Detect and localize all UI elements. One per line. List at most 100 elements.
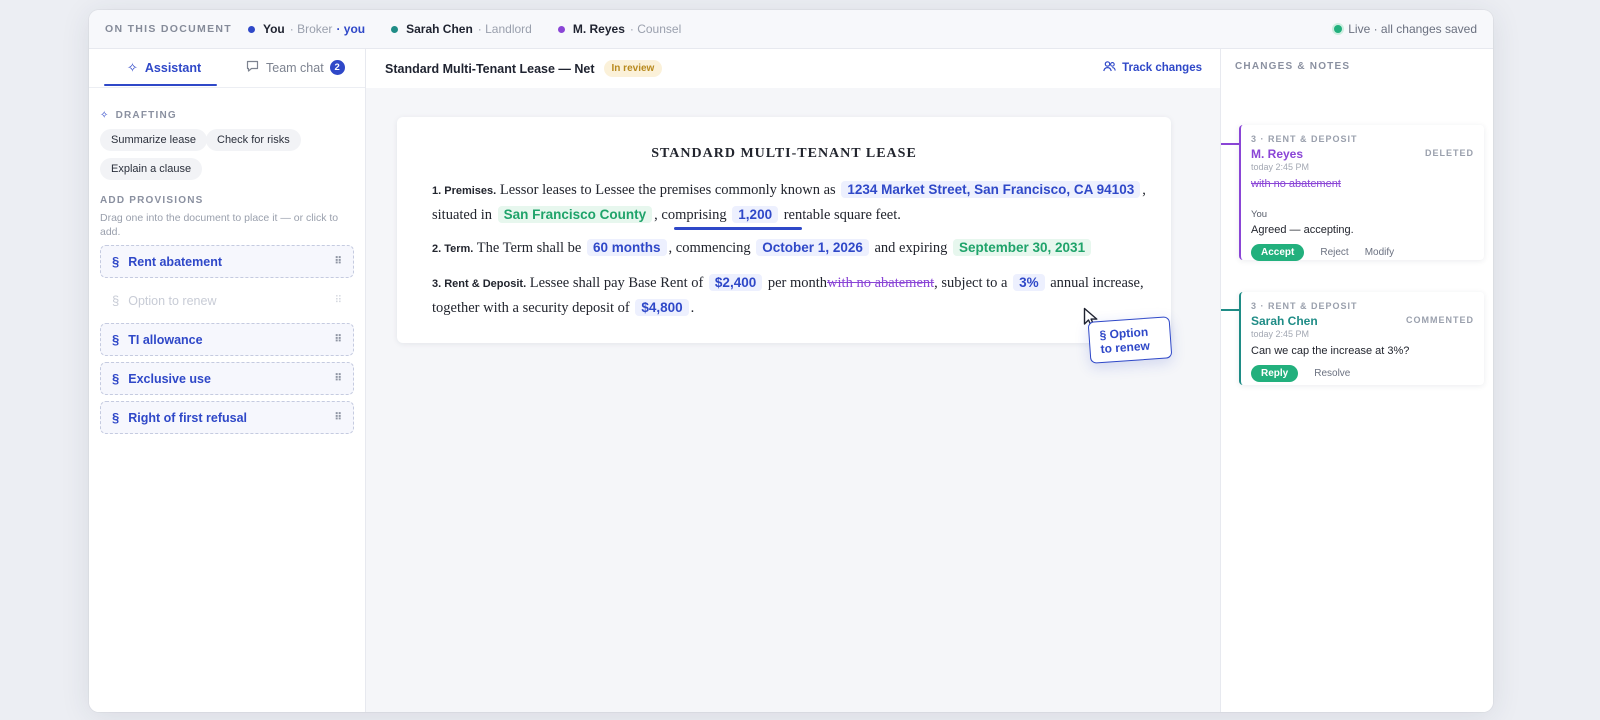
clause-text: . (690, 300, 695, 316)
resolve-button[interactable]: Resolve (1314, 368, 1350, 379)
drag-handle-icon[interactable]: ⠿ (334, 412, 342, 422)
people-icon (1103, 61, 1116, 75)
live-status: Live · all changes saved (1334, 22, 1477, 36)
tab-label: Assistant (144, 61, 202, 75)
tab-label: Team chat (266, 60, 324, 75)
sparkle-icon: ✧ (100, 110, 110, 121)
note-kind-badge: DELETED (1424, 148, 1474, 158)
note-section: 3 · RENT & DEPOSIT (1251, 134, 1358, 144)
modify-button[interactable]: Modify (1365, 247, 1394, 258)
provision-label: Option to renew (128, 293, 217, 308)
note-connector (1221, 309, 1239, 311)
presence-dot (557, 25, 565, 33)
field-security-deposit[interactable]: $4,800 (635, 299, 689, 316)
provision-ti-allowance[interactable]: § TI allowance ⠿ (100, 323, 354, 356)
summarize-lease-button[interactable]: Summarize lease (100, 129, 207, 151)
clause-text: together with a security deposit of (432, 300, 630, 316)
note-kind-badge: COMMENTED (1406, 315, 1474, 325)
section-sign-icon: § (112, 410, 120, 425)
field-address[interactable]: 1234 Market Street, San Francisco, CA 94… (841, 181, 1141, 198)
participant-you[interactable]: You · Broker · you (247, 22, 365, 36)
clause-text: annual increase, (1050, 275, 1144, 291)
drag-handle-icon[interactable]: ⠿ (334, 256, 342, 266)
explain-clause-button[interactable]: Explain a clause (100, 158, 203, 180)
live-status-text: Live · all changes saved (1348, 22, 1477, 36)
drop-target-indicator (674, 227, 802, 230)
section-sign-icon: § (112, 371, 120, 386)
note-time: today 2:45 PM (1251, 162, 1310, 172)
sidebar-tabs: ✧ Assistant Team chat 2 (89, 49, 365, 88)
clause-text: and expiring (874, 240, 948, 256)
add-provisions-heading: ADD PROVISIONS (100, 195, 204, 206)
provision-exclusive-use[interactable]: § Exclusive use ⠿ (100, 362, 354, 395)
participant-role: · Landlord (477, 22, 532, 36)
provision-rent-abatement[interactable]: § Rent abatement ⠿ (100, 245, 354, 278)
participant-sarah-chen[interactable]: Sarah Chen · Landlord (391, 22, 532, 36)
note-connector (1221, 143, 1239, 145)
clause-number: 3. Rent & Deposit. (432, 278, 527, 290)
participant-role: · Broker (289, 22, 333, 36)
drag-handle-icon[interactable]: ⠿ (334, 334, 342, 344)
field-start-date[interactable]: October 1, 2026 (756, 239, 869, 256)
reply-author: You (1251, 209, 1268, 220)
deleted-text[interactable]: with no abatement (827, 275, 934, 291)
clause-rent-deposit[interactable]: 3. Rent & Deposit. Lessee shall pay Base… (432, 271, 1152, 320)
clause-text: rentable square feet. (783, 207, 901, 223)
app-window: ON THIS DOCUMENT You · Broker · you Sara… (89, 10, 1493, 712)
clause-text: , commencing (668, 240, 751, 256)
clause-text: The Term shall be (476, 240, 582, 256)
note-actions: Reply Resolve (1251, 365, 1474, 382)
note-deleted-text: with no abatement (1251, 178, 1341, 190)
tab-team-chat[interactable]: Team chat 2 (246, 60, 345, 75)
tab-assistant[interactable]: ✧ Assistant (127, 60, 201, 76)
participant-name: You (262, 22, 285, 36)
drag-handle-icon[interactable]: ⠿ (334, 373, 342, 383)
lease-heading: STANDARD MULTI-TENANT LEASE (651, 146, 917, 161)
reject-button[interactable]: Reject (1320, 247, 1348, 258)
field-term-length[interactable]: 60 months (587, 239, 667, 256)
provision-option-to-renew-placeholder: § Option to renew ⠿ (100, 284, 354, 317)
clause-text: , comprising (654, 207, 727, 223)
assistant-sidebar: ✧ Assistant Team chat 2 ✧ DRAFTING Summar… (89, 49, 366, 712)
presence-dot (247, 25, 255, 33)
note-comment[interactable]: 3 · RENT & DEPOSIT COMMENTED Sarah Chen … (1239, 292, 1484, 385)
note-time: today 2:45 PM (1251, 329, 1310, 339)
provision-label: Exclusive use (128, 371, 211, 386)
check-risks-button[interactable]: Check for risks (206, 129, 301, 151)
accept-button[interactable]: Accept (1251, 244, 1305, 261)
provision-right-of-first-refusal[interactable]: § Right of first refusal ⠿ (100, 401, 354, 434)
provision-label: TI allowance (128, 332, 203, 347)
unread-badge: 2 (329, 60, 345, 75)
section-sign-icon: § (112, 254, 120, 269)
field-increase-rate[interactable]: 3% (1013, 274, 1045, 291)
track-changes-button[interactable]: Track changes (1103, 61, 1202, 75)
sparkle-icon: ✧ (127, 60, 138, 75)
presence-dot (391, 25, 399, 33)
clause-premises[interactable]: 1. Premises. Lessor leases to Lessee the… (432, 178, 1152, 227)
document-header: Standard Multi-Tenant Lease — Net In rev… (366, 49, 1220, 88)
field-end-date[interactable]: September 30, 2031 (953, 239, 1092, 256)
field-county[interactable]: San Francisco County (497, 206, 653, 223)
document-page[interactable]: STANDARD MULTI-TENANT LEASE 1. Premises.… (397, 117, 1173, 364)
drag-handle-icon: ⠿ (334, 294, 342, 306)
clause-text: Lessee shall pay Base Rent of (529, 275, 704, 291)
participant-m-reyes[interactable]: M. Reyes · Counsel (557, 22, 681, 36)
document-area: Standard Multi-Tenant Lease — Net In rev… (366, 49, 1220, 712)
reply-button[interactable]: Reply (1251, 365, 1299, 382)
clause-number: 2. Term. (432, 243, 474, 255)
reply-text: Agreed — accepting. (1251, 224, 1354, 236)
dragged-provision-option-to-renew[interactable]: § Option to renew (1087, 316, 1173, 364)
section-sign-icon: § (112, 332, 120, 347)
participant-name: M. Reyes (572, 22, 625, 36)
provision-label: Right of first refusal (128, 410, 247, 425)
field-square-feet[interactable]: 1,200 (732, 206, 779, 223)
note-deleted[interactable]: 3 · RENT & DEPOSIT DELETED M. Reyes toda… (1239, 125, 1484, 261)
chat-bubble-icon (246, 60, 259, 75)
status-badge: In review (603, 60, 663, 77)
comment-text: Can we cap the increase at 3%? (1251, 345, 1410, 357)
changes-notes-panel: CHANGES & NOTES 3 · RENT & DEPOSIT DELET… (1220, 49, 1493, 712)
participant-name: Sarah Chen (406, 22, 473, 36)
clause-term[interactable]: 2. Term. The Term shall be 60 months, co… (432, 236, 1152, 261)
field-base-rent[interactable]: $2,400 (708, 274, 763, 291)
presence-label: ON THIS DOCUMENT (105, 23, 232, 35)
